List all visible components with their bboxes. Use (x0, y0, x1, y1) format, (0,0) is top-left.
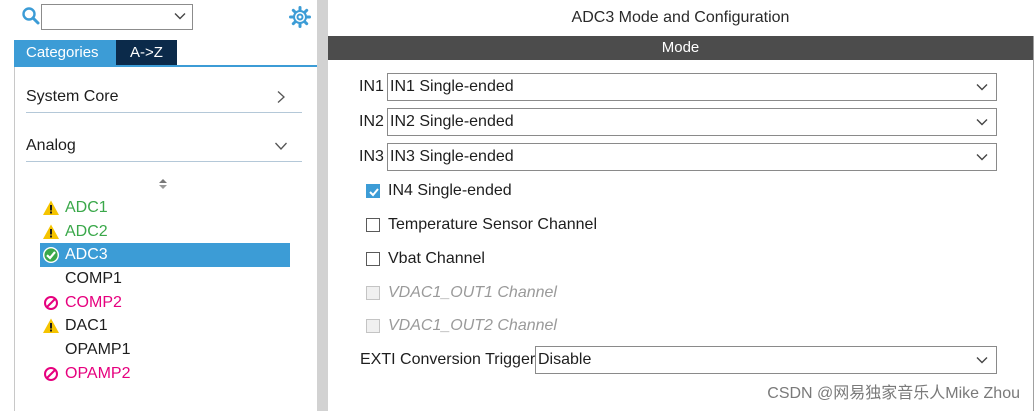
peripheral-item-dac1[interactable]: DAC1 (40, 314, 290, 338)
chevron-down-icon[interactable] (976, 151, 988, 163)
peripheral-item-opamp2[interactable]: OPAMP2 (40, 362, 290, 386)
chevron-down-icon[interactable] (976, 354, 988, 366)
in1-value: IN1 Single-ended (390, 78, 514, 95)
exti-trigger-value: Disable (538, 351, 592, 368)
peripheral-label: COMP1 (65, 270, 122, 288)
blocked-icon (44, 295, 58, 310)
checkbox-label: VDAC1_OUT2 Channel (388, 317, 557, 334)
page-title: ADC3 Mode and Configuration (571, 9, 790, 26)
gear-icon[interactable] (289, 6, 311, 28)
check-circle-icon (43, 247, 59, 264)
tab-a-z[interactable]: A->Z (116, 40, 177, 65)
check-icon (369, 188, 379, 197)
blocked-icon (44, 366, 58, 381)
peripheral-list: ADC1 ADC2 ADC3 COMP1 COMP2 DAC1 OPAMP1 O… (40, 196, 290, 386)
watermark: CSDN @网易独家音乐人Mike Zhou (767, 385, 1020, 402)
peripheral-label: ADC1 (65, 199, 108, 216)
peripheral-item-adc3[interactable]: ADC3 (40, 243, 290, 268)
peripheral-label: OPAMP1 (65, 341, 131, 359)
peripheral-item-comp1[interactable]: COMP1 (40, 267, 290, 291)
chevron-down-icon[interactable] (976, 81, 988, 93)
checkbox-label: VDAC1_OUT1 Channel (388, 284, 557, 301)
chevron-right-icon[interactable] (274, 90, 288, 104)
peripheral-label: DAC1 (65, 317, 108, 335)
in2-value: IN2 Single-ended (390, 113, 514, 130)
peripheral-item-opamp1[interactable]: OPAMP1 (40, 338, 290, 362)
checkbox-label: Vbat Channel (388, 250, 485, 267)
chevron-down-icon[interactable] (274, 139, 288, 153)
checkbox-disabled (366, 319, 380, 333)
section-header-mode[interactable]: Mode (328, 36, 1033, 60)
checkbox-label: Temperature Sensor Channel (388, 216, 598, 233)
in2-label: IN2 (359, 113, 384, 130)
peripheral-label: ADC2 (65, 222, 108, 240)
exti-trigger-label: EXTI Conversion Trigger (360, 351, 536, 368)
peripheral-label: COMP2 (65, 293, 122, 311)
category-tabs: Categories A->Z (14, 40, 177, 65)
in2-select[interactable]: IN2 Single-ended (387, 108, 997, 136)
panel-splitter[interactable] (317, 0, 328, 411)
checkbox-checked[interactable] (366, 184, 380, 198)
in1-select[interactable]: IN1 Single-ended (387, 73, 997, 101)
left-panel: Categories A->Z System Core Analog ADC1 (0, 0, 317, 411)
mode-configuration-panel: ADC3 Mode and Configuration Mode IN1 IN1… (328, 0, 1034, 411)
sort-icon[interactable] (158, 177, 168, 191)
checkbox[interactable] (366, 218, 380, 232)
warning-icon (43, 224, 59, 239)
in1-label: IN1 (359, 78, 384, 95)
peripheral-label: OPAMP2 (65, 364, 131, 382)
chevron-down-icon[interactable] (174, 10, 186, 22)
category-label: System Core (26, 88, 119, 105)
warning-icon (43, 200, 59, 215)
warning-icon (43, 318, 59, 334)
checkbox[interactable] (366, 252, 380, 266)
peripheral-item-adc2[interactable]: ADC2 (40, 220, 290, 244)
search-input[interactable] (41, 4, 193, 30)
exti-trigger-select[interactable]: Disable (535, 346, 997, 374)
checkbox-disabled (366, 286, 380, 300)
category-analog[interactable]: Analog (26, 133, 302, 162)
in3-select[interactable]: IN3 Single-ended (387, 143, 997, 171)
category-system-core[interactable]: System Core (26, 84, 302, 113)
checkbox-label: IN4 Single-ended (388, 182, 512, 199)
category-label: Analog (26, 137, 76, 154)
tab-categories[interactable]: Categories (14, 40, 116, 65)
peripheral-item-comp2[interactable]: COMP2 (40, 291, 290, 315)
peripheral-item-adc1[interactable]: ADC1 (40, 196, 290, 220)
in3-label: IN3 (359, 148, 384, 165)
chevron-down-icon[interactable] (976, 116, 988, 128)
peripheral-label: ADC3 (65, 246, 108, 264)
in3-value: IN3 Single-ended (390, 148, 514, 165)
search-icon[interactable] (21, 6, 41, 26)
